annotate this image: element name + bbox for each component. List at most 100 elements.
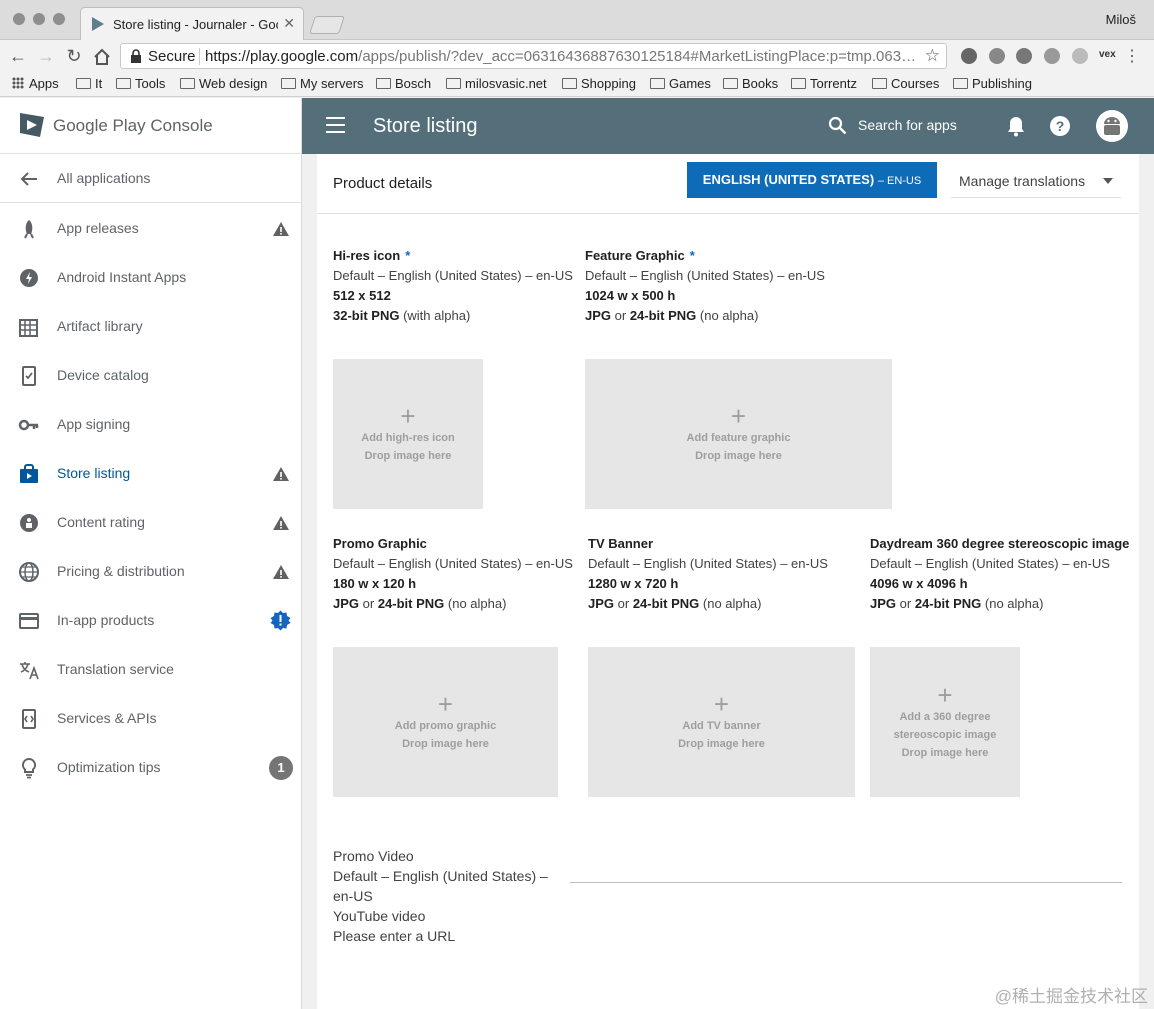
bookmark-folder[interactable]: Web design [180, 76, 267, 91]
bookmark-folder[interactable]: Courses [872, 76, 939, 91]
all-applications-link[interactable]: All applications [0, 154, 301, 203]
plus-icon: + [713, 689, 730, 719]
search-apps-input[interactable]: Search for apps [858, 117, 957, 133]
sidebar-item-translation-service[interactable]: Translation service [0, 645, 301, 694]
dropzone-hint: Drop image here [678, 738, 765, 750]
bookmark-label: Shopping [581, 76, 636, 91]
sidebar-item-pricing-distribution[interactable]: Pricing & distribution [0, 547, 301, 596]
sidebar-item-in-app-products[interactable]: In-app products [0, 596, 301, 645]
bookmark-folder[interactable]: Games [650, 76, 711, 91]
asset-format-or: or [614, 596, 633, 611]
reload-icon[interactable]: ↻ [64, 46, 84, 66]
menu-icon[interactable] [326, 117, 345, 133]
asset-format-note: (no alpha) [444, 596, 507, 611]
chevron-down-icon [1103, 178, 1113, 184]
back-arrow-icon[interactable]: ← [8, 46, 28, 66]
bookmark-star-icon[interactable]: ☆ [925, 46, 940, 66]
home-icon[interactable] [92, 47, 112, 67]
sidebar-item-artifact-library[interactable]: Artifact library [0, 302, 301, 351]
sidebar-item-android-instant-apps[interactable]: Android Instant Apps [0, 253, 301, 302]
watermark: @稀土掘金技术社区 [994, 987, 1148, 1006]
sidebar-item-content-rating[interactable]: Content rating [0, 498, 301, 547]
bookmark-folder[interactable]: milosvasic.net [446, 76, 547, 91]
folder-icon [76, 78, 91, 89]
arrow-back-icon [20, 172, 37, 186]
bookmark-folder[interactable]: Publishing [953, 76, 1032, 91]
dropzone-label: Add feature graphic [686, 432, 791, 444]
address-bar[interactable]: Secure https://play.google.com/apps/publ… [120, 43, 947, 69]
bookmark-folder[interactable]: Torrentz [791, 76, 857, 91]
asset-format-or: or [359, 596, 378, 611]
browser-menu-icon[interactable]: ⋮ [1124, 46, 1140, 66]
minimize-window-button[interactable] [33, 13, 45, 25]
extension-bug-icon[interactable] [989, 48, 1005, 64]
shield-ext-icon[interactable] [1044, 48, 1060, 64]
pinterest-icon[interactable] [961, 48, 977, 64]
required-marker: * [689, 248, 695, 263]
bookmark-label: Publishing [972, 76, 1032, 91]
new-tab-button[interactable] [309, 16, 345, 34]
promo-graphic-dropzone[interactable]: + Add promo graphic Drop image here [333, 647, 558, 797]
browser-tab[interactable]: Store listing - Journaler - Goo ✕ [80, 7, 304, 40]
dropzone-hint: Drop image here [901, 747, 989, 759]
folder-icon [446, 78, 461, 89]
product-details-card: Product details ENGLISH (UNITED STATES) … [317, 154, 1139, 1009]
maximize-window-button[interactable] [53, 13, 65, 25]
required-marker: * [405, 248, 411, 263]
bookmark-label: Tools [135, 76, 166, 91]
url-text[interactable]: https://play.google.com/apps/publish/?de… [205, 48, 920, 65]
promo-video-info: Promo Video Default – English (United St… [333, 846, 563, 946]
folder-icon [650, 78, 665, 89]
cloud-icon[interactable] [1072, 48, 1088, 64]
bookmark-apps[interactable]: Apps [12, 76, 59, 91]
rating-icon [20, 514, 38, 532]
sidebar-item-label: Translation service [57, 661, 174, 677]
dropzone-label: Add TV banner [682, 720, 761, 732]
sidebar-item-label: Content rating [57, 514, 145, 530]
vex-extension[interactable]: vex [1099, 49, 1116, 60]
bookmark-folder[interactable]: Tools [116, 76, 165, 91]
sidebar-item-app-releases[interactable]: App releases [0, 204, 301, 253]
close-window-button[interactable] [13, 13, 25, 25]
globe-icon [19, 562, 39, 582]
folder-icon [281, 78, 296, 89]
help-icon[interactable]: ? [1049, 115, 1071, 137]
sidebar-item-optimization-tips[interactable]: Optimization tips 1 [0, 743, 301, 792]
sidebar-item-app-signing[interactable]: App signing [0, 400, 301, 449]
forward-arrow-icon[interactable]: → [36, 46, 56, 66]
bookmark-folder[interactable]: Shopping [562, 76, 636, 91]
hires-icon-dropzone[interactable]: + Add high-res icon Drop image here [333, 359, 483, 509]
sidebar-item-label: Device catalog [57, 367, 149, 383]
manage-translations-dropdown[interactable]: Manage translations [951, 162, 1121, 198]
language-button[interactable]: ENGLISH (UNITED STATES) – EN-US [687, 162, 937, 198]
url-host: https://play.google.com [205, 48, 359, 65]
asset-format: 24-bit PNG [914, 596, 982, 611]
bookmark-folder[interactable]: My servers [281, 76, 364, 91]
feature-graphic-info: Feature Graphic * Default – English (Unit… [585, 246, 825, 326]
tab-title: Store listing - Journaler - Goo [113, 17, 278, 32]
feature-graphic-dropzone[interactable]: + Add feature graphic Drop image here [585, 359, 892, 509]
promo-video-url-input[interactable] [570, 882, 1122, 883]
avatar[interactable] [1096, 110, 1128, 142]
search-icon[interactable] [828, 116, 847, 135]
video-type: YouTube video [333, 908, 426, 924]
notifications-bell-icon[interactable] [1006, 115, 1026, 137]
bookmark-folder[interactable]: Bosch [376, 76, 431, 91]
sidebar-item-device-catalog[interactable]: Device catalog [0, 351, 301, 400]
logo-area[interactable]: Google Play Console [0, 98, 301, 154]
opera-icon[interactable] [1016, 48, 1032, 64]
bookmark-label: Courses [891, 76, 940, 91]
app-header: Store listing Search for apps ? [302, 98, 1154, 154]
sidebar-item-label: Artifact library [57, 318, 143, 334]
sidebar-item-store-listing[interactable]: Store listing [0, 449, 301, 498]
tab-close-icon[interactable]: ✕ [283, 15, 295, 32]
bookmark-folder[interactable]: Books [723, 76, 778, 91]
folder-icon [180, 78, 195, 89]
sidebar-item-services-apis[interactable]: Services & APIs [0, 694, 301, 743]
language-code: – EN-US [877, 175, 922, 187]
tv-banner-dropzone[interactable]: + Add TV banner Drop image here [588, 647, 855, 797]
asset-name: Feature Graphic [585, 248, 685, 263]
daydream-image-dropzone[interactable]: + Add a 360 degree stereoscopic image Dr… [870, 647, 1020, 797]
bookmark-folder[interactable]: It [76, 76, 102, 91]
profile-name[interactable]: Miloš [1106, 12, 1136, 27]
